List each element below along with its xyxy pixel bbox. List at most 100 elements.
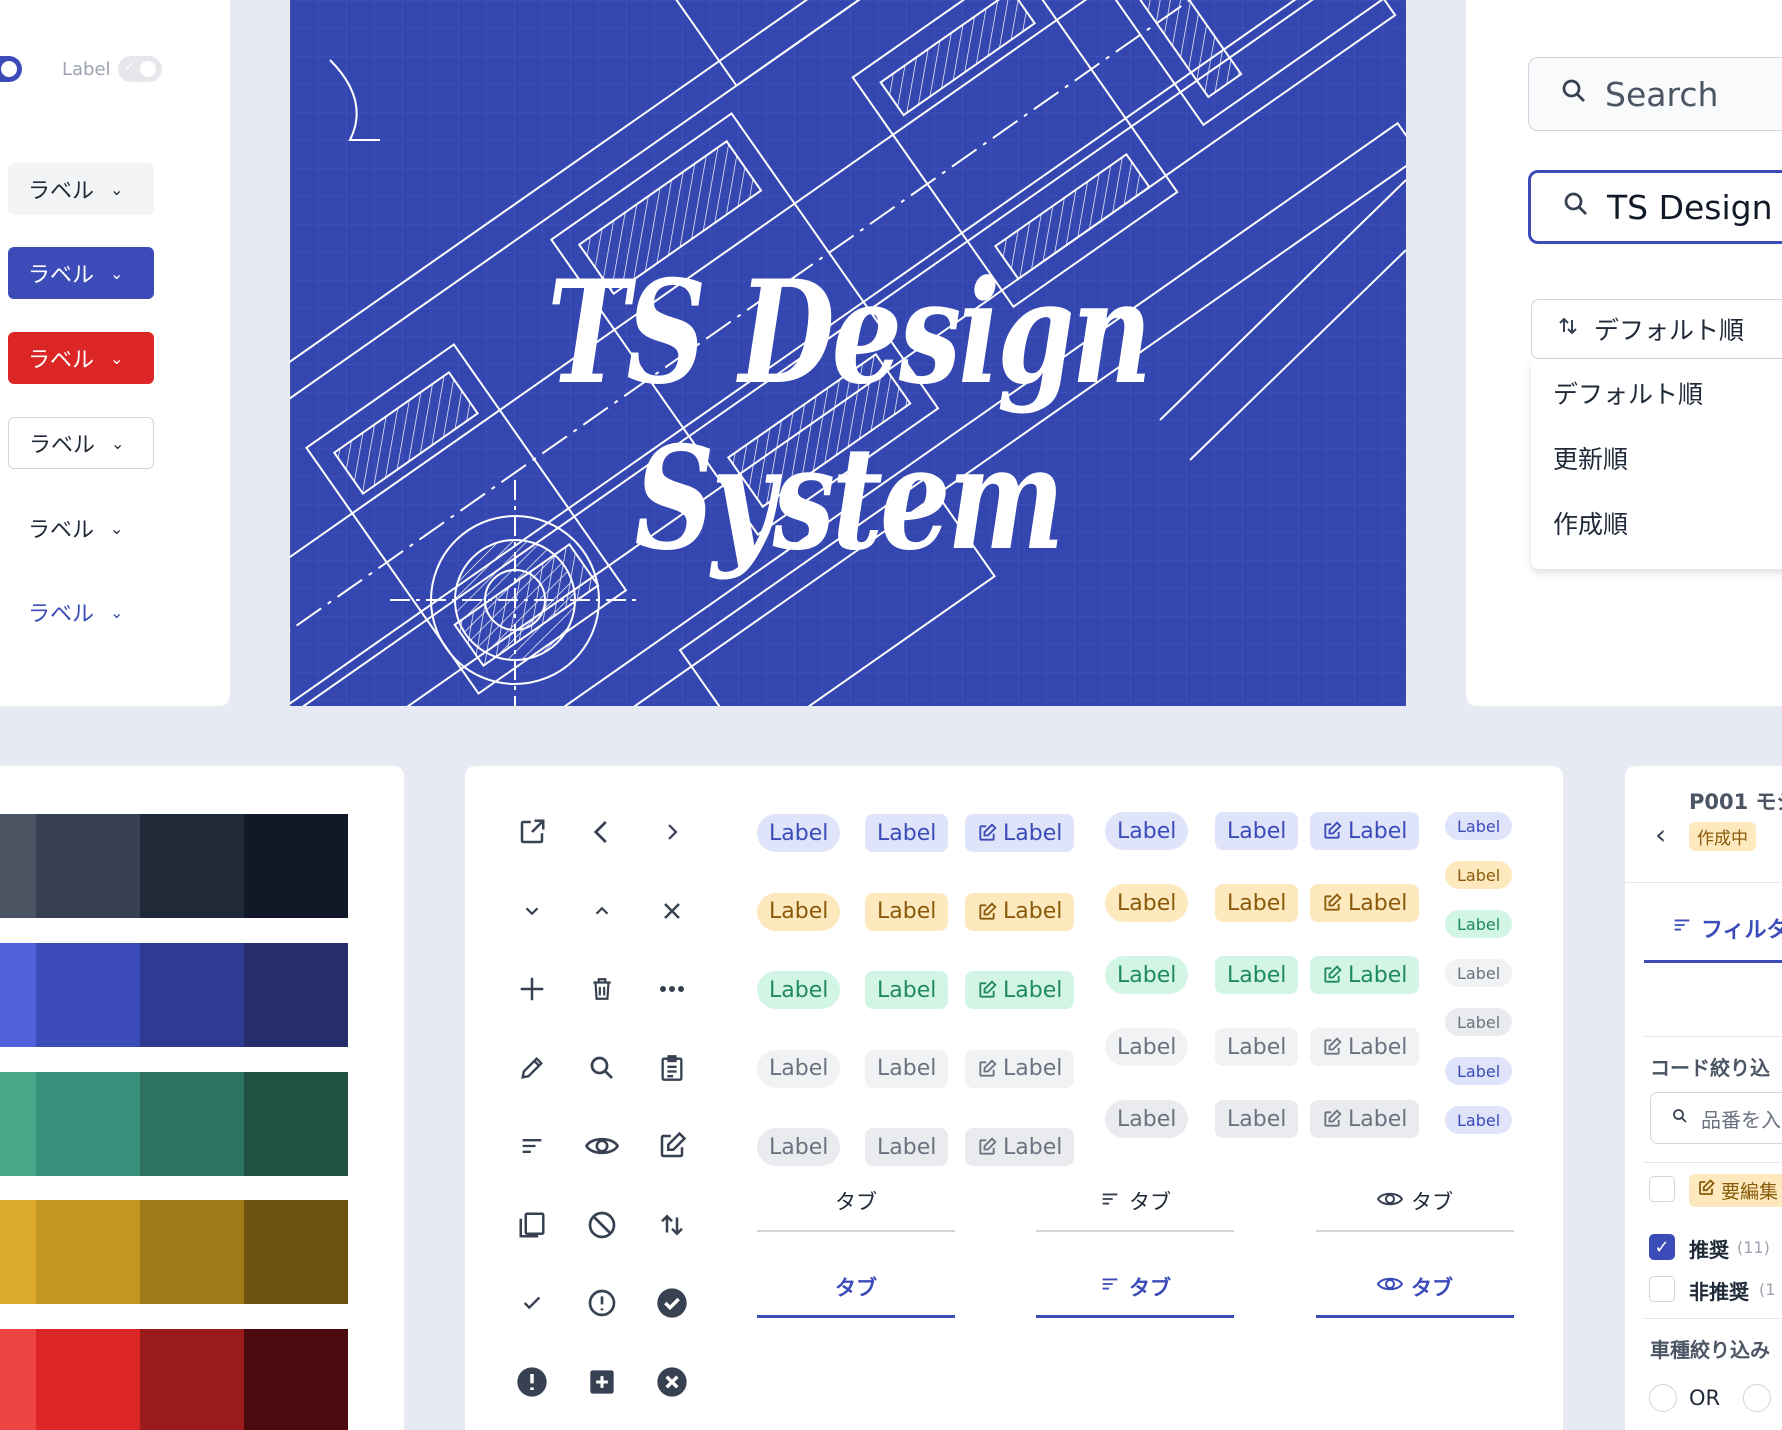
not-recommended-count: (1 [1759,1280,1776,1299]
chevron-left-icon[interactable] [582,812,622,852]
dropdown-button-danger[interactable]: ラベル ⌄ [8,332,154,384]
chevron-down-icon[interactable] [512,891,552,931]
chevron-up-icon[interactable] [582,891,622,931]
sort-option-created[interactable]: 作成順 [1553,505,1628,541]
search-icon [1559,75,1589,114]
checkbox-recommended[interactable]: ✓ [1649,1234,1675,1260]
sort-option-updated[interactable]: 更新順 [1553,440,1628,476]
copy-icon[interactable] [512,1205,552,1245]
check-circle-icon[interactable] [652,1283,692,1323]
clipboard-icon[interactable] [652,1048,692,1088]
sort-arrows-icon[interactable] [652,1205,692,1245]
sort-dropdown[interactable]: デフォルト順 [1531,299,1782,359]
color-swatch [140,1329,244,1430]
eye-icon[interactable] [582,1126,622,1166]
chevron-down-icon: ⌄ [110,518,124,538]
edit-square-icon [1324,1109,1342,1127]
tab-plain-active[interactable]: タブ [757,1258,955,1318]
external-link-icon[interactable] [512,812,552,852]
tab-plain[interactable]: タブ [757,1172,955,1232]
edit-square-icon [1324,1037,1342,1055]
toggle-row: Label ✓ [0,56,218,86]
color-swatch [0,943,36,1047]
sort-selected: デフォルト順 [1594,316,1745,345]
more-horizontal-icon[interactable] [652,969,692,1009]
search-value: TS Design S [1607,187,1782,227]
tab-filter[interactable]: フィルタ [1671,912,1782,944]
color-swatch [36,814,140,918]
color-swatch [140,943,244,1047]
dropdown-button-gray[interactable]: ラベル ⌄ [8,163,154,215]
dropdown-button-outline[interactable]: ラベル ⌄ [8,417,154,469]
radio-and[interactable] [1743,1384,1771,1412]
label-tag: Label [965,1049,1075,1088]
search-input-focused[interactable]: TS Design S [1528,170,1782,244]
chevron-down-icon: ⌄ [110,348,124,368]
close-circle-icon[interactable] [652,1362,692,1402]
filter-lines-icon [1099,1273,1121,1300]
code-filter-heading: コード絞り込 [1650,1056,1770,1080]
edit-square-icon [1697,1179,1715,1202]
check-icon[interactable] [512,1283,552,1323]
detail-panel-card: ‹ P001 モジ 作成中 フィルタ コード絞り込 品番を入 要編集 ✓ 推奨 … [1625,766,1782,1430]
chevron-down-icon: ⌄ [111,433,125,453]
color-swatch [36,1072,140,1176]
label-tag: Label [965,971,1075,1009]
check-icon: ✓ [124,60,135,75]
label-tag: Label [1215,812,1299,850]
filter-lines-icon [1099,1188,1121,1215]
checkbox-needs-edit[interactable] [1649,1176,1675,1202]
search-sort-card: Search TS Design S デフォルト順 デフォルト順 更新順 作成順 [1466,0,1782,706]
close-icon[interactable] [652,891,692,931]
sort-option-default[interactable]: デフォルト順 [1553,375,1703,411]
label-tag: Label [1105,1100,1189,1138]
label-tag: Label [757,1049,841,1088]
color-swatch [0,1329,36,1430]
search-icon [1671,1106,1689,1130]
color-swatch [140,1200,244,1304]
search-placeholder: Search [1605,74,1719,114]
label-tag: Label [1445,1106,1513,1134]
dropdown-button-link[interactable]: ラベル ⌄ [8,586,154,638]
eye-icon [1376,1273,1404,1300]
vehicle-filter-heading: 車種絞り込み [1650,1338,1770,1362]
pencil-icon[interactable] [512,1048,552,1088]
tab-eye-icon[interactable]: タブ [1316,1172,1514,1232]
search-icon[interactable] [582,1048,622,1088]
alert-circle-icon[interactable] [582,1283,622,1323]
tab-filter-icon-active[interactable]: タブ [1036,1258,1234,1318]
radio-or[interactable] [1649,1384,1677,1412]
label-tag: Label [757,814,841,852]
code-filter-input[interactable]: 品番を入 [1650,1092,1782,1144]
label-tag: Label [1215,1100,1299,1138]
checkbox-not-recommended[interactable] [1649,1276,1675,1302]
label-tag: Label [1445,1057,1513,1085]
search-icon [1561,188,1591,227]
label-tag: Label [865,814,949,852]
dropdown-button-text[interactable]: ラベル ⌄ [8,502,154,554]
search-input[interactable]: Search [1528,57,1782,131]
swatch-row-red [0,1329,349,1430]
color-swatch [0,1072,36,1176]
edit-square-icon [1324,893,1342,911]
radio-or-label: OR [1689,1386,1721,1410]
chevron-right-icon[interactable] [652,812,692,852]
status-badge: 作成中 [1689,822,1756,851]
block-icon[interactable] [582,1205,622,1245]
alert-filled-icon[interactable] [512,1362,552,1402]
trash-icon[interactable] [582,969,622,1009]
plus-icon[interactable] [512,969,552,1009]
color-swatch [140,814,244,918]
tab-filter-icon[interactable]: タブ [1036,1172,1234,1232]
toggle-switch-on[interactable] [0,56,22,82]
check-icon: ✓ [1654,1236,1670,1258]
edit-square-icon [979,1137,997,1155]
back-chevron-icon[interactable]: ‹ [1655,818,1666,851]
tab-eye-icon-active[interactable]: タブ [1316,1258,1514,1318]
edit-square-icon[interactable] [652,1126,692,1166]
label-tag: Label [1445,812,1513,840]
plus-square-icon[interactable] [582,1362,622,1402]
dropdown-button-primary[interactable]: ラベル ⌄ [8,247,154,299]
filter-lines-icon[interactable] [512,1126,552,1166]
toggle-switch-disabled[interactable]: ✓ [118,56,162,82]
